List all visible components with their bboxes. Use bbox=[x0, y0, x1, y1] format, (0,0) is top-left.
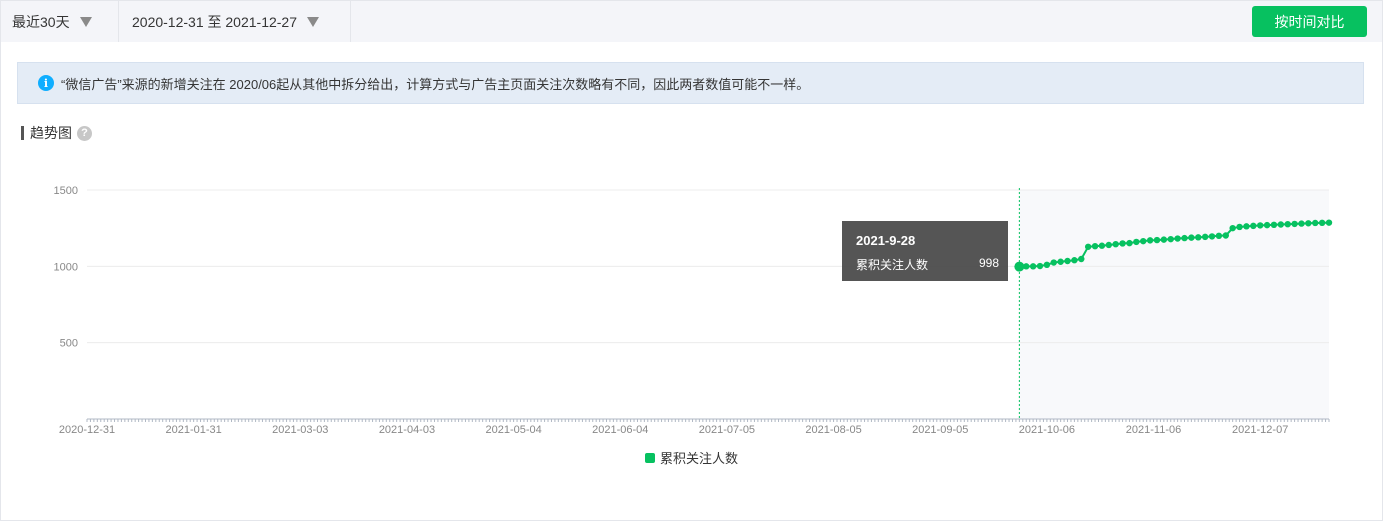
data-point bbox=[1119, 240, 1126, 247]
data-point bbox=[1243, 223, 1250, 230]
chart-legend[interactable]: 累积关注人数 bbox=[0, 448, 1383, 467]
data-point bbox=[1084, 243, 1092, 250]
data-point bbox=[1078, 255, 1085, 263]
x-tick-label: 2021-04-03 bbox=[379, 424, 435, 436]
data-point bbox=[1270, 221, 1278, 229]
y-tick-label: 1000 bbox=[54, 261, 78, 273]
x-tick-label: 2021-11-06 bbox=[1126, 424, 1181, 436]
y-tick-label: 500 bbox=[60, 338, 78, 350]
legend-swatch bbox=[644, 452, 655, 463]
x-tick-label: 2021-12-07 bbox=[1232, 424, 1288, 436]
data-point bbox=[1098, 242, 1106, 249]
data-point bbox=[1208, 233, 1216, 240]
data-point bbox=[1291, 220, 1298, 228]
data-point bbox=[1305, 220, 1312, 227]
data-point bbox=[1043, 261, 1051, 269]
data-point bbox=[1256, 222, 1264, 229]
data-point bbox=[1215, 232, 1223, 239]
data-point bbox=[1181, 234, 1188, 242]
data-point bbox=[1160, 236, 1168, 243]
data-point bbox=[1057, 258, 1064, 265]
data-point bbox=[1222, 232, 1229, 239]
data-point bbox=[1277, 221, 1285, 228]
x-tick-label: 2021-09-05 bbox=[912, 424, 968, 436]
x-tick-label: 2021-01-31 bbox=[166, 424, 222, 436]
data-point bbox=[1050, 259, 1057, 266]
data-point bbox=[1325, 219, 1333, 226]
data-point bbox=[1091, 242, 1099, 250]
data-point bbox=[1229, 224, 1236, 232]
data-point bbox=[1064, 257, 1071, 265]
data-point bbox=[1167, 235, 1174, 243]
data-point bbox=[1318, 219, 1326, 227]
data-point bbox=[1029, 263, 1037, 270]
x-tick-label: 2020-12-31 bbox=[59, 424, 115, 436]
data-point bbox=[1312, 219, 1319, 227]
legend-label: 累积关注人数 bbox=[659, 451, 738, 466]
data-point bbox=[1298, 220, 1305, 227]
tooltip-value: 998 bbox=[978, 256, 999, 270]
data-point bbox=[1153, 236, 1161, 244]
data-point bbox=[1036, 262, 1044, 270]
tooltip-series-name: 累积关注人数 bbox=[856, 258, 929, 272]
data-point bbox=[1146, 237, 1154, 244]
data-point bbox=[1188, 234, 1195, 241]
y-tick-label: 1500 bbox=[54, 185, 78, 197]
data-point bbox=[1201, 233, 1209, 241]
x-tick-label: 2021-06-04 bbox=[592, 424, 648, 436]
data-point bbox=[1023, 263, 1030, 270]
data-point bbox=[1126, 239, 1133, 247]
data-point bbox=[1112, 240, 1119, 248]
data-point bbox=[1263, 221, 1271, 229]
data-point bbox=[1250, 222, 1257, 230]
x-tick-label: 2021-03-03 bbox=[272, 424, 328, 436]
x-tick-label: 2021-08-05 bbox=[805, 424, 861, 436]
data-point bbox=[1014, 261, 1025, 272]
x-tick-label: 2021-10-06 bbox=[1019, 424, 1075, 436]
data-point bbox=[1133, 238, 1140, 246]
x-tick-label: 2021-05-04 bbox=[485, 424, 541, 436]
data-point bbox=[1140, 237, 1147, 245]
tooltip-row: 累积关注人数 998 bbox=[856, 256, 999, 273]
chart-tooltip: 2021-9-28 累积关注人数 998 bbox=[842, 221, 1008, 281]
trend-chart[interactable]: 500 1000 1500 2020-12-31 2021-01-31 2021-03-0… bbox=[0, 0, 1383, 445]
data-point bbox=[1284, 220, 1291, 228]
data-point bbox=[1236, 223, 1243, 231]
data-point bbox=[1174, 235, 1181, 242]
data-point bbox=[1105, 241, 1113, 249]
data-point bbox=[1071, 257, 1078, 264]
data-point bbox=[1195, 234, 1202, 241]
tooltip-date: 2021-9-28 bbox=[856, 233, 916, 248]
x-tick-label: 2021-07-05 bbox=[699, 424, 755, 436]
